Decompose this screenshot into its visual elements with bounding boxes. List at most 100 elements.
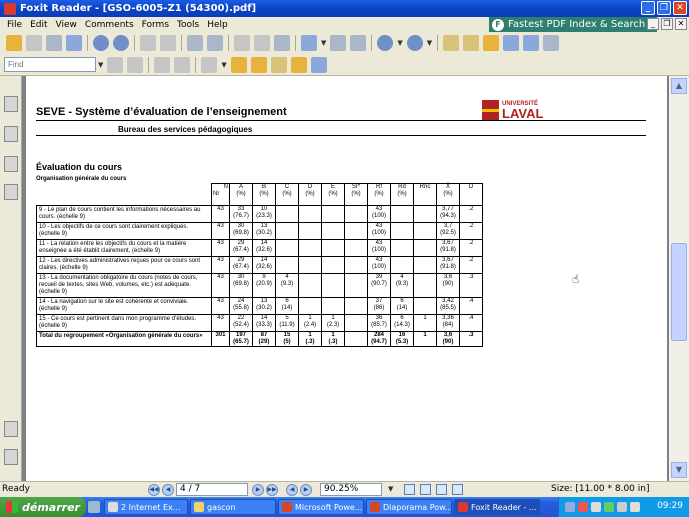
nav-forward-icon[interactable]: ▶ — [300, 484, 312, 496]
arrow-icon[interactable] — [310, 56, 327, 73]
email-icon[interactable] — [66, 35, 82, 51]
chevron-down-icon[interactable]: ▼ — [388, 485, 393, 493]
book-icon[interactable] — [503, 35, 520, 51]
continuous-facing-icon[interactable] — [452, 484, 463, 495]
close-button[interactable]: ✕ — [673, 1, 687, 15]
chevron-down-icon[interactable]: ▼ — [321, 39, 326, 47]
last-page-icon[interactable]: ▶▶ — [266, 484, 278, 496]
hand-tool-icon[interactable] — [443, 35, 460, 51]
annotations-panel-icon[interactable] — [4, 156, 18, 172]
scroll-up-icon[interactable]: ▲ — [671, 78, 687, 94]
task-foxit-reader[interactable]: Foxit Reader - ... — [454, 499, 540, 515]
attachments-panel-icon[interactable] — [4, 449, 18, 465]
print-icon[interactable] — [46, 35, 62, 51]
tray-icon[interactable] — [604, 502, 614, 512]
title-bar[interactable]: Foxit Reader - [GSO-6005-Z1 (54300).pdf]… — [0, 0, 689, 17]
typewriter-icon[interactable] — [201, 56, 218, 73]
fit-width-icon[interactable] — [350, 35, 367, 51]
chevron-down-icon[interactable]: ▼ — [221, 61, 226, 69]
restore-button[interactable]: ❐ — [657, 1, 671, 15]
back-icon[interactable] — [140, 35, 156, 51]
zoom-in-circle-icon[interactable] — [406, 35, 423, 51]
select-text-icon[interactable] — [463, 35, 480, 51]
toolbar-separator — [228, 35, 229, 51]
pdf-page[interactable]: SEVE - Système d’évaluation de l’enseign… — [26, 76, 667, 481]
forward-icon[interactable] — [160, 35, 176, 51]
facing-page-icon[interactable] — [436, 484, 447, 495]
tray-icon[interactable] — [578, 502, 588, 512]
page-up-icon[interactable] — [93, 35, 109, 51]
task-powerpoint[interactable]: Microsoft Powe... — [278, 499, 364, 515]
previous-page-icon[interactable]: ◀ — [162, 484, 174, 496]
continuous-page-icon[interactable] — [420, 484, 431, 495]
task-gascon[interactable]: gascon — [190, 499, 276, 515]
doc-minimize-button[interactable]: _ — [647, 18, 659, 30]
page-down-icon[interactable] — [113, 35, 129, 51]
menu-file[interactable]: File — [0, 20, 26, 30]
single-page-icon[interactable] — [404, 484, 415, 495]
task-diaporama[interactable]: Diaporama Pow... — [366, 499, 452, 515]
page-icon[interactable] — [174, 56, 191, 73]
zoom-out-circle-icon[interactable] — [377, 35, 394, 51]
menu-edit[interactable]: Edit — [26, 20, 51, 30]
menu-comments[interactable]: Comments — [81, 20, 138, 30]
fit-page-icon[interactable] — [330, 35, 347, 51]
menu-forms[interactable]: Forms — [138, 20, 173, 30]
comments-panel-icon[interactable] — [4, 421, 18, 437]
minimize-button[interactable]: _ — [641, 1, 655, 15]
volume-icon[interactable] — [617, 502, 627, 512]
pencil-icon[interactable] — [250, 56, 267, 73]
menu-tools[interactable]: Tools — [173, 20, 203, 30]
menu-view[interactable]: View — [52, 20, 81, 30]
redo-icon[interactable] — [254, 35, 270, 51]
next-page-icon[interactable]: ▶ — [252, 484, 264, 496]
first-page-icon[interactable]: ◀◀ — [148, 484, 160, 496]
layers-panel-icon[interactable] — [4, 184, 18, 200]
open-icon[interactable] — [6, 35, 22, 51]
pages-panel-icon[interactable] — [4, 126, 18, 142]
network-icon[interactable] — [630, 502, 640, 512]
tray-icon[interactable] — [565, 502, 575, 512]
document-viewport[interactable]: SEVE - Système d’évaluation de l’enseign… — [22, 76, 669, 481]
cell-percent: (2.4) — [303, 322, 317, 328]
tray-icon[interactable] — [591, 502, 601, 512]
copy-icon[interactable] — [187, 35, 203, 51]
rotate-icon[interactable] — [274, 35, 290, 51]
find-next-icon[interactable] — [127, 56, 144, 73]
scroll-down-icon[interactable]: ▼ — [671, 462, 687, 478]
vertical-scrollbar[interactable]: ▲ ▼ — [669, 76, 689, 481]
chevron-down-icon[interactable]: ▼ — [427, 39, 432, 47]
highlight-icon[interactable] — [230, 56, 247, 73]
scrollbar-thumb[interactable] — [671, 243, 687, 341]
camera-icon[interactable] — [543, 35, 560, 51]
chevron-down-icon[interactable]: ▼ — [397, 39, 402, 47]
doc-restore-button[interactable]: ❐ — [661, 18, 673, 30]
menu-help[interactable]: Help — [203, 20, 232, 30]
find-input[interactable] — [4, 57, 96, 72]
page-number-input[interactable]: 4 / 7 — [176, 483, 248, 496]
save-icon[interactable] — [26, 35, 42, 51]
two-page-icon[interactable] — [523, 35, 540, 51]
doc-close-button[interactable]: ✕ — [675, 18, 687, 30]
text-box-icon[interactable] — [270, 56, 287, 73]
paste-icon[interactable] — [207, 35, 223, 51]
chevron-down-icon[interactable]: ▼ — [98, 61, 103, 69]
find-previous-icon[interactable] — [107, 56, 124, 73]
nav-back-icon[interactable]: ◀ — [286, 484, 298, 496]
note-icon[interactable] — [290, 56, 307, 73]
search-options-icon[interactable] — [154, 56, 171, 73]
quick-launch-icon[interactable] — [88, 501, 100, 513]
zoom-in-icon[interactable] — [301, 35, 317, 51]
task-internet-explorer[interactable]: 2 Internet Ex... — [104, 499, 188, 515]
foxit-app-icon[interactable] — [4, 2, 16, 15]
question-label: 14 - La navigation sur le site est cohér… — [36, 297, 212, 315]
table-cell — [344, 273, 368, 298]
start-button[interactable]: démarrer — [0, 497, 86, 517]
zoom-level-select[interactable]: 90.25% — [320, 483, 382, 496]
snapshot-icon[interactable] — [483, 35, 500, 51]
bookmark-panel-icon[interactable] — [4, 96, 18, 112]
task-label: 2 Internet Ex... — [121, 502, 181, 512]
fastest-pdf-search-banner[interactable]: F Fastest PDF Index & Search — [489, 17, 657, 32]
table-cell: 37 (86) — [367, 297, 391, 315]
undo-icon[interactable] — [234, 35, 250, 51]
